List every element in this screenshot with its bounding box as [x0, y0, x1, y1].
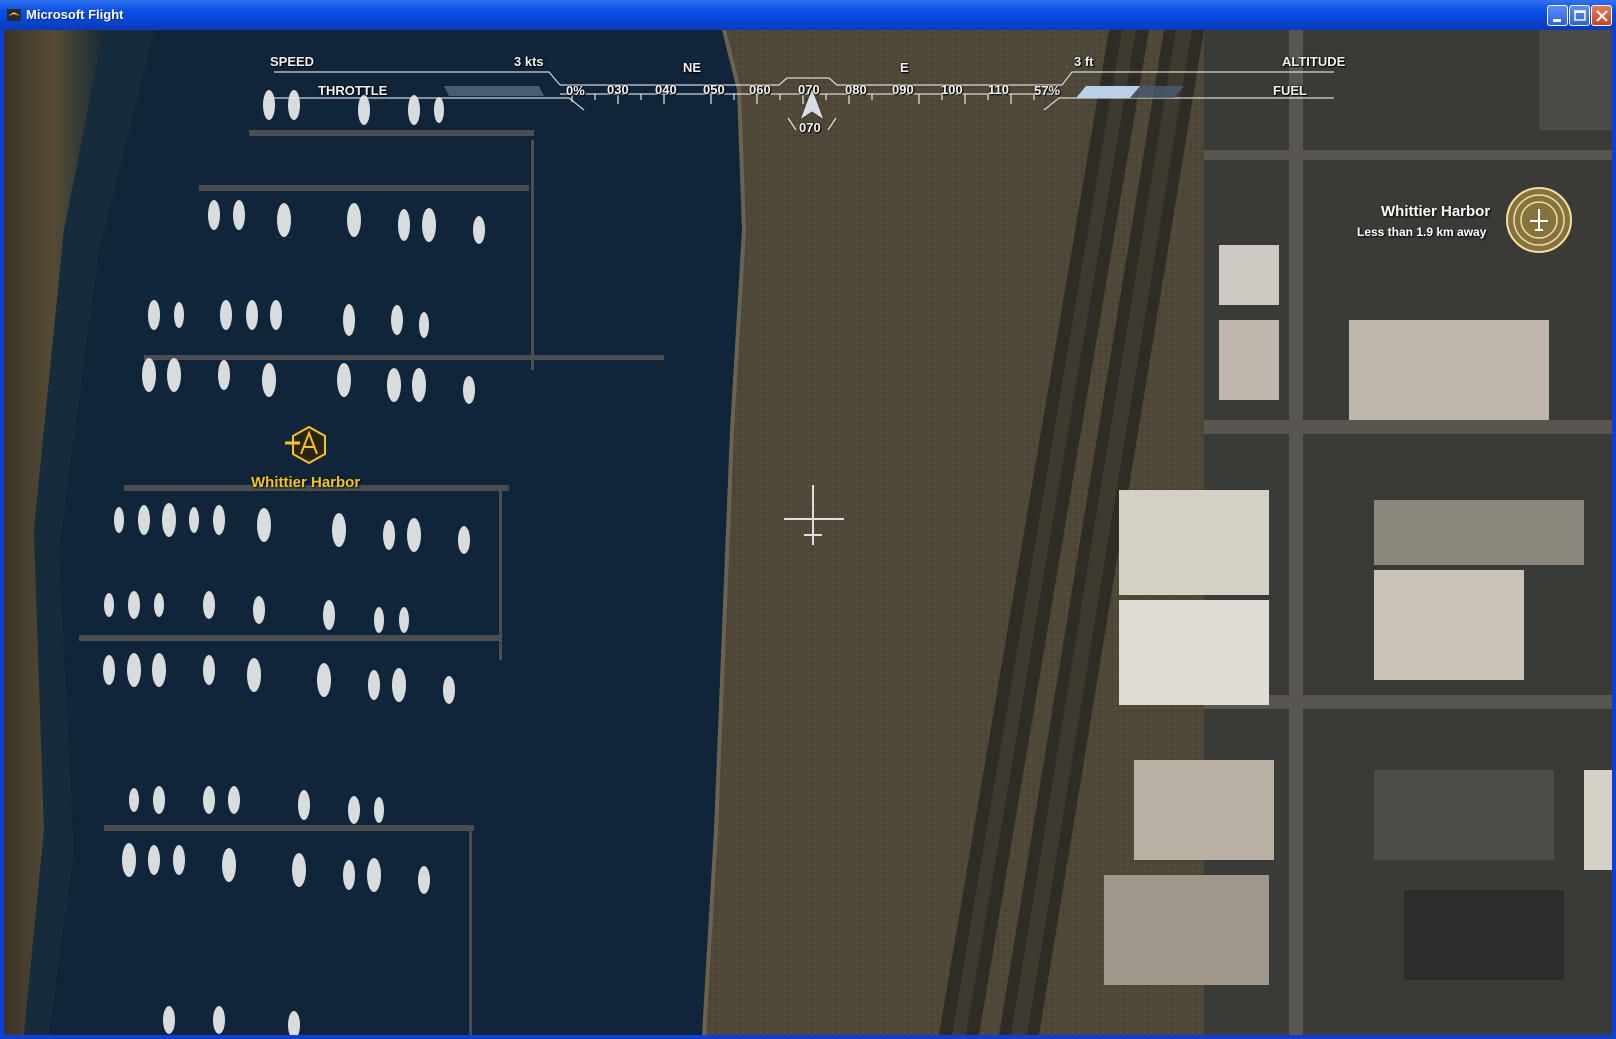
destination-ring-icon[interactable] [1506, 187, 1572, 253]
destination-distance: Less than 1.9 km away [1357, 225, 1487, 239]
compass-tick: 090 [892, 82, 914, 97]
compass-tick: 040 [655, 82, 677, 97]
compass-tick: 080 [845, 82, 867, 97]
throttle-value: 0% [566, 83, 585, 98]
window-title: Microsoft Flight [26, 7, 124, 22]
compass-cardinal-ne: NE [683, 60, 702, 75]
compass-tick: 060 [749, 82, 771, 97]
altitude-label: ALTITUDE [1282, 54, 1346, 69]
hud-frame [264, 71, 1572, 545]
crosshair-icon [784, 485, 844, 545]
title-bar[interactable]: Microsoft Flight [0, 0, 1616, 30]
compass-cardinal-e: E [900, 60, 909, 75]
compass-tick: 050 [703, 82, 725, 97]
throttle-bar [444, 86, 544, 96]
compass-tick: 100 [941, 82, 963, 97]
speed-value: 3 kts [514, 54, 544, 69]
game-viewport[interactable]: SPEED 3 kts THROTTLE 0% NE E 030 040 050… [4, 30, 1612, 1035]
app-window: Microsoft Flight SPEED 3 kts THROTTLE 0%… [0, 0, 1616, 1039]
destination-title: Whittier Harbor [1381, 203, 1491, 220]
harbor-marker-label: Whittier Harbor [251, 474, 361, 491]
compass-tick: 030 [607, 82, 629, 97]
app-icon [7, 9, 21, 21]
minimize-icon [1553, 19, 1561, 22]
throttle-label: THROTTLE [318, 83, 388, 98]
heading-readout: 070 [799, 120, 821, 135]
close-icon [1596, 10, 1608, 22]
fuel-value: 57% [1034, 83, 1061, 98]
compass-tick: 110 [988, 82, 1009, 97]
maximize-icon [1574, 10, 1586, 21]
maximize-button[interactable] [1569, 5, 1590, 26]
close-button[interactable] [1591, 5, 1612, 26]
fuel-label: FUEL [1273, 83, 1307, 98]
compass-tick: 070 [798, 82, 820, 97]
fuel-bar [1076, 86, 1184, 98]
airport-marker-icon[interactable] [285, 425, 326, 465]
altitude-value: 3 ft [1074, 54, 1094, 69]
speed-label: SPEED [270, 54, 315, 69]
minimize-button[interactable] [1547, 5, 1568, 26]
